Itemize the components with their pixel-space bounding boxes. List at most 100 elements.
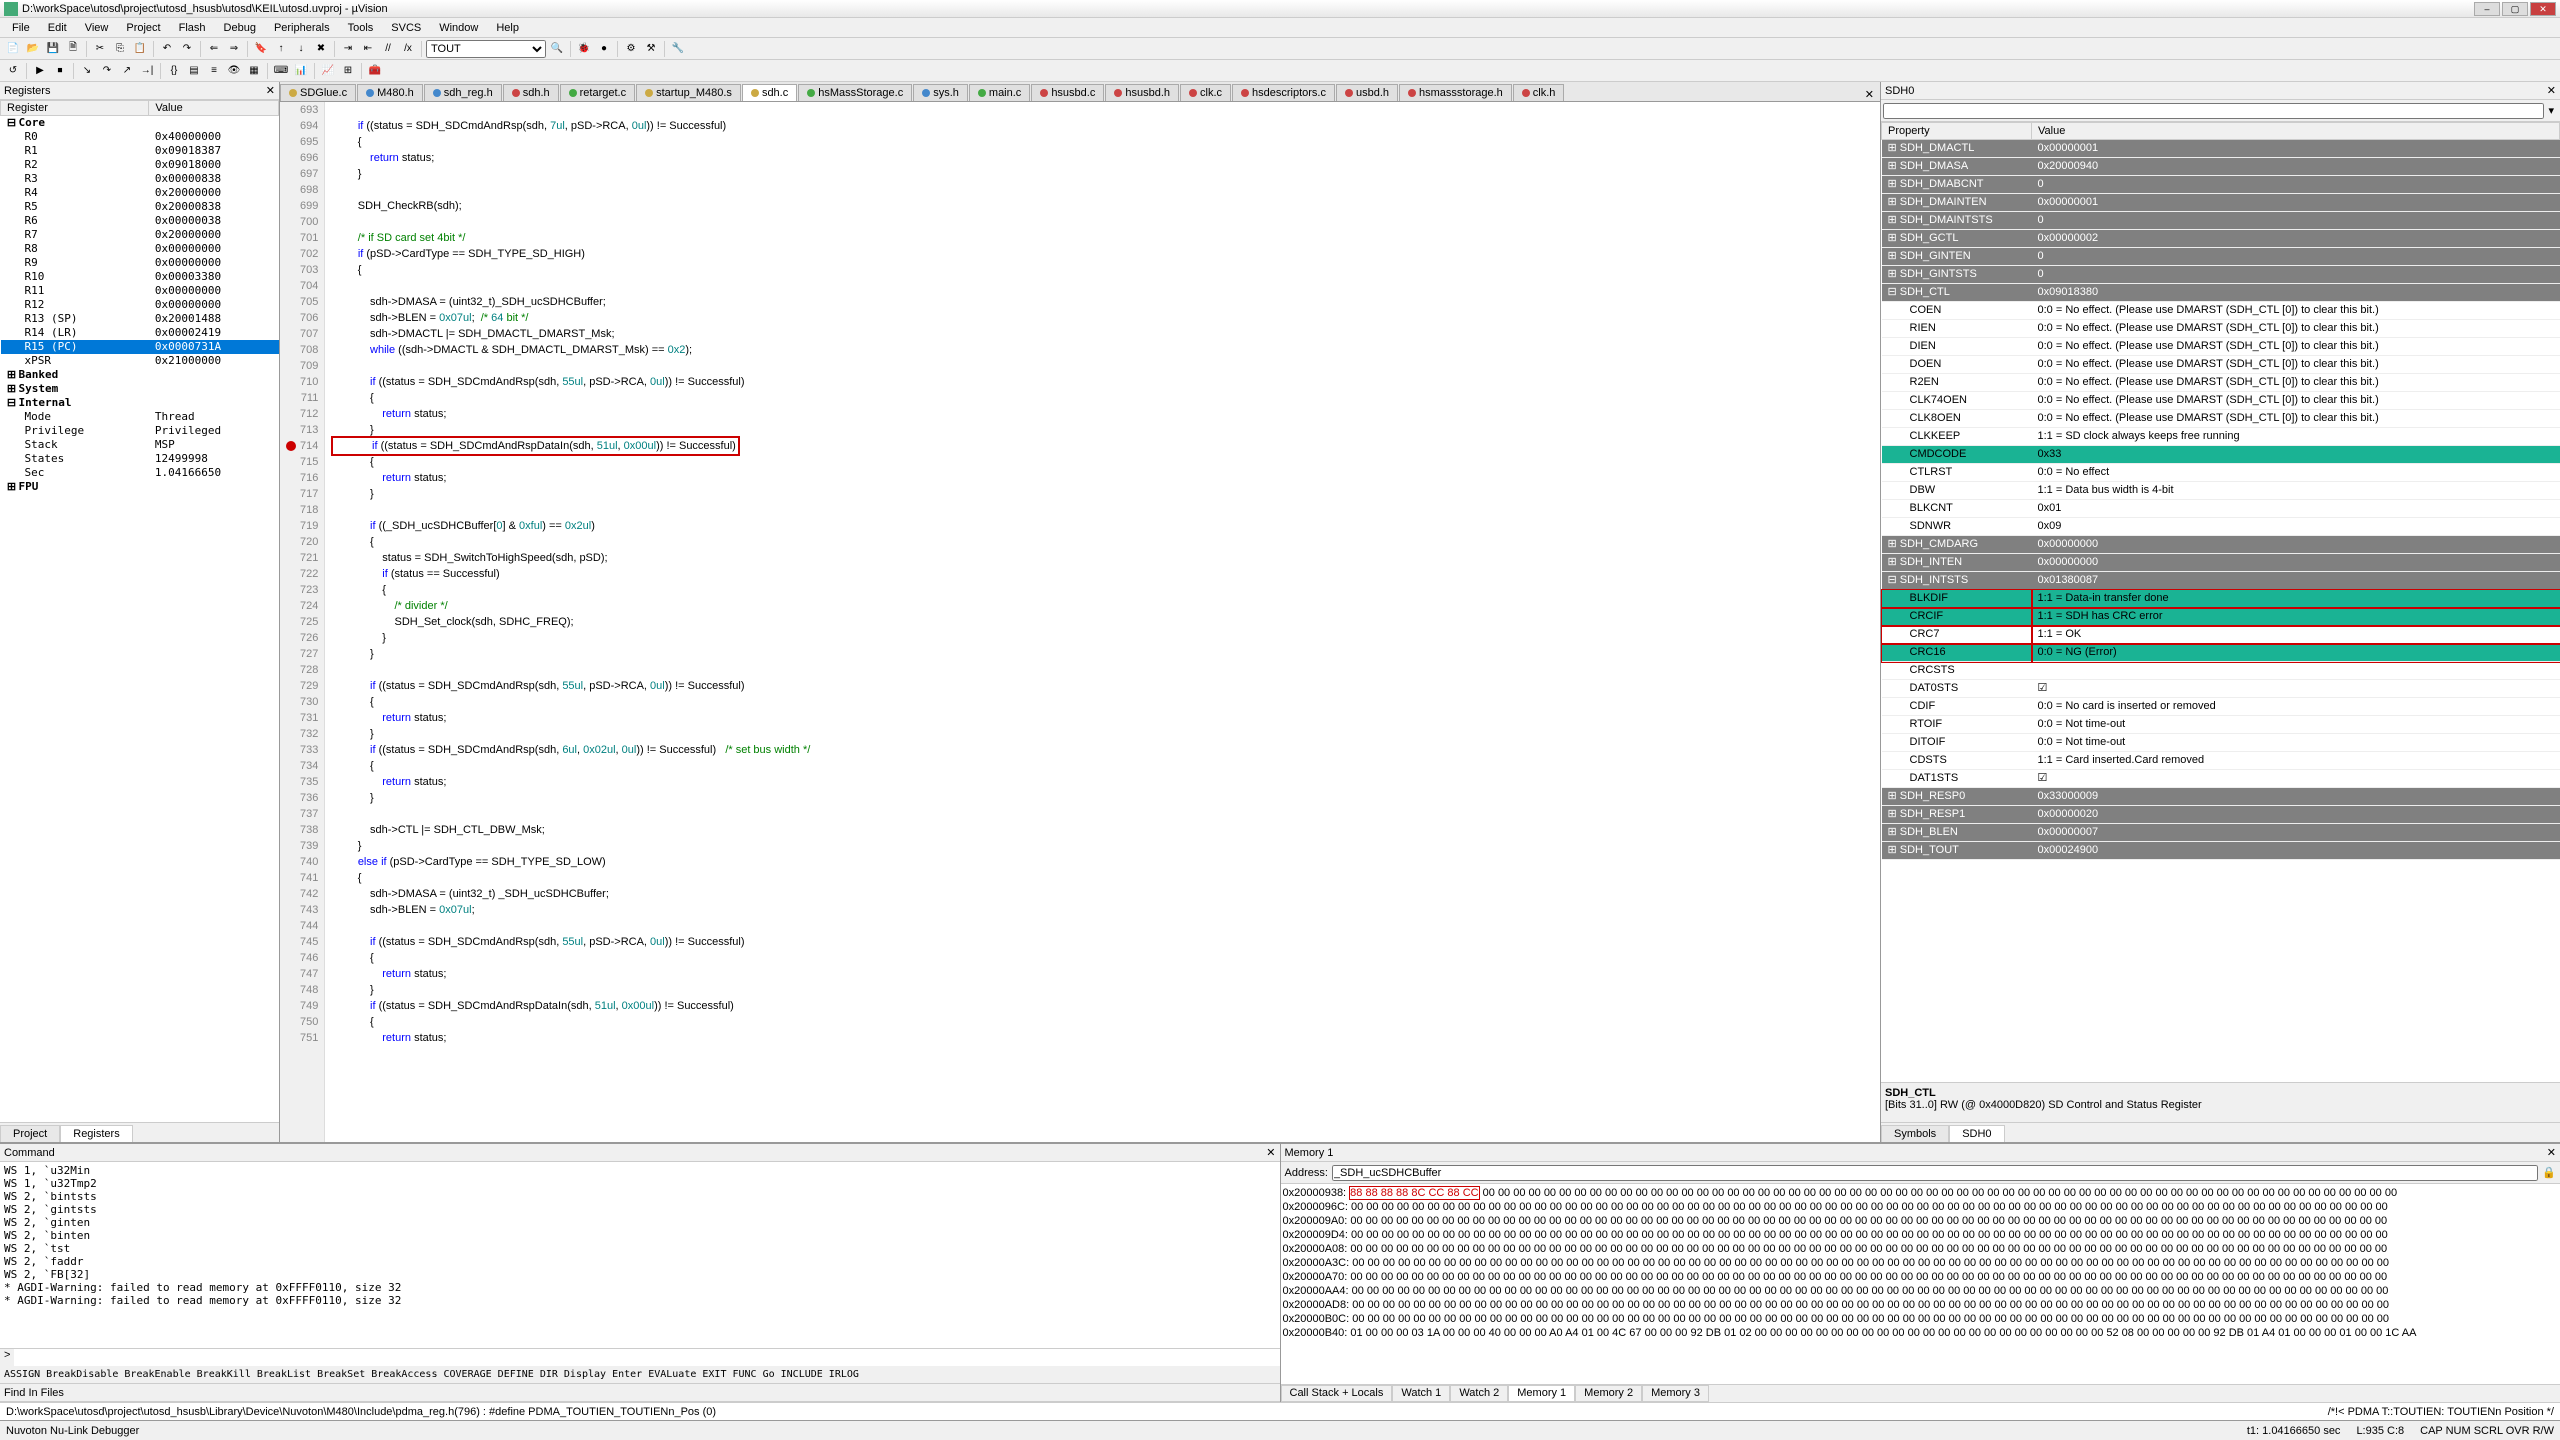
find-icon[interactable]: 🔍 <box>548 40 566 58</box>
prop-row[interactable]: ⊞ SDH_RESP10x00000020 <box>1882 806 2560 824</box>
toolbox-icon[interactable]: 🧰 <box>366 62 384 80</box>
menu-view[interactable]: View <box>77 20 117 36</box>
find-combo[interactable]: TOUT <box>426 40 546 58</box>
file-tab[interactable]: clk.c <box>1180 84 1231 101</box>
reg-group-fpu[interactable]: ⊞FPU <box>1 480 279 494</box>
debug-icon[interactable]: 🐞 <box>575 40 593 58</box>
saveall-icon[interactable]: 🗎 <box>64 40 82 58</box>
reg-row[interactable]: States12499998 <box>1 452 279 466</box>
open-icon[interactable]: 📂 <box>24 40 42 58</box>
reg-group-core[interactable]: ⊟Core <box>1 116 279 131</box>
prop-row[interactable]: DITOIF0:0 = Not time-out <box>1882 734 2560 752</box>
prop-row[interactable]: ⊞ SDH_DMASA0x20000940 <box>1882 158 2560 176</box>
mem-tab[interactable]: Call Stack + Locals <box>1281 1385 1393 1402</box>
mem-tab[interactable]: Memory 1 <box>1508 1385 1575 1402</box>
memory-close-icon[interactable]: ✕ <box>2547 1146 2556 1159</box>
reset-icon[interactable]: ↺ <box>4 62 22 80</box>
file-tab[interactable]: usbd.h <box>1336 84 1398 101</box>
reg-row[interactable]: R120x00000000 <box>1 298 279 312</box>
find-in-files-tab[interactable]: Find In Files <box>0 1384 1280 1402</box>
prop-row[interactable]: DIEN0:0 = No effect. (Please use DMARST … <box>1882 338 2560 356</box>
prop-row[interactable]: RIEN0:0 = No effect. (Please use DMARST … <box>1882 320 2560 338</box>
file-tab-close-icon[interactable]: ✕ <box>1859 88 1880 101</box>
reg-row[interactable]: R50x20000838 <box>1 200 279 214</box>
copy-icon[interactable]: ⎘ <box>111 40 129 58</box>
show-disasm-icon[interactable]: {} <box>165 62 183 80</box>
prop-row[interactable]: ⊞ SDH_DMABCNT0 <box>1882 176 2560 194</box>
cut-icon[interactable]: ✂ <box>91 40 109 58</box>
code-editor[interactable]: 6936946956966976986997007017027037047057… <box>280 102 1880 1142</box>
tab-project[interactable]: Project <box>0 1125 60 1142</box>
stop-icon[interactable]: ⏹ <box>51 62 69 80</box>
watch-icon[interactable]: 👁 <box>225 62 243 80</box>
sdh-filter-input[interactable] <box>1883 103 2544 119</box>
file-tab[interactable]: hsdescriptors.c <box>1232 84 1335 101</box>
prop-row[interactable]: BLKCNT0x01 <box>1882 500 2560 518</box>
menu-help[interactable]: Help <box>488 20 527 36</box>
sdh-property-table[interactable]: Property Value ⊞ SDH_DMACTL0x00000001⊞ S… <box>1881 122 2560 1082</box>
prop-row[interactable]: CMDCODE0x33 <box>1882 446 2560 464</box>
sdh-filter-dropdown-icon[interactable]: ▾ <box>2544 104 2558 117</box>
mem-tab[interactable]: Memory 2 <box>1575 1385 1642 1402</box>
mem-tab[interactable]: Watch 2 <box>1450 1385 1508 1402</box>
call-stack-icon[interactable]: ≡ <box>205 62 223 80</box>
memory-lock-icon[interactable]: 🔒 <box>2542 1166 2556 1179</box>
reg-row[interactable]: StackMSP <box>1 438 279 452</box>
trace-icon[interactable]: 📈 <box>319 62 337 80</box>
file-tab[interactable]: clk.h <box>1513 84 1565 101</box>
outdent-icon[interactable]: ⇤ <box>359 40 377 58</box>
prop-row[interactable]: ⊞ SDH_INTEN0x00000000 <box>1882 554 2560 572</box>
reg-group-internal[interactable]: ⊟Internal <box>1 396 279 410</box>
prop-row[interactable]: CDIF0:0 = No card is inserted or removed <box>1882 698 2560 716</box>
reg-row[interactable]: R70x20000000 <box>1 228 279 242</box>
file-tab[interactable]: hsusbd.c <box>1031 84 1104 101</box>
prop-row[interactable]: CDSTS1:1 = Card inserted.Card removed <box>1882 752 2560 770</box>
command-input[interactable] <box>14 1349 1279 1366</box>
prop-col-value[interactable]: Value <box>2032 123 2560 140</box>
undo-icon[interactable]: ↶ <box>158 40 176 58</box>
redo-icon[interactable]: ↷ <box>178 40 196 58</box>
prop-col-property[interactable]: Property <box>1882 123 2032 140</box>
prop-row[interactable]: ⊞ SDH_GINTSTS0 <box>1882 266 2560 284</box>
reg-row[interactable]: R15 (PC)0x0000731A <box>1 340 279 354</box>
menu-project[interactable]: Project <box>118 20 168 36</box>
comment-icon[interactable]: // <box>379 40 397 58</box>
menu-svcs[interactable]: SVCS <box>383 20 429 36</box>
bookmark-next-icon[interactable]: ↓ <box>292 40 310 58</box>
memory-address-input[interactable] <box>1332 1165 2538 1181</box>
menu-tools[interactable]: Tools <box>340 20 382 36</box>
reg-col-register[interactable]: Register <box>1 101 149 116</box>
step-over-icon[interactable]: ↷ <box>98 62 116 80</box>
file-tab[interactable]: startup_M480.s <box>636 84 741 101</box>
mem-tab[interactable]: Memory 3 <box>1642 1385 1709 1402</box>
reg-row[interactable]: R110x00000000 <box>1 284 279 298</box>
memory-icon[interactable]: ▦ <box>245 62 263 80</box>
prop-row[interactable]: BLKDIF1:1 = Data-in transfer done <box>1882 590 2560 608</box>
reg-row[interactable]: R13 (SP)0x20001488 <box>1 312 279 326</box>
rebuild-icon[interactable]: ⚒ <box>642 40 660 58</box>
mem-tab[interactable]: Watch 1 <box>1392 1385 1450 1402</box>
save-icon[interactable]: 💾 <box>44 40 62 58</box>
prop-row[interactable]: DAT1STS☑ <box>1882 770 2560 788</box>
prop-row[interactable]: ⊞ SDH_CMDARG0x00000000 <box>1882 536 2560 554</box>
file-tab[interactable]: hsusbd.h <box>1105 84 1179 101</box>
menu-flash[interactable]: Flash <box>171 20 214 36</box>
step-in-icon[interactable]: ↘ <box>78 62 96 80</box>
prop-row[interactable]: CRC160:0 = NG (Error) <box>1882 644 2560 662</box>
reg-row[interactable]: R14 (LR)0x00002419 <box>1 326 279 340</box>
prop-row[interactable]: ⊟ SDH_INTSTS0x01380087 <box>1882 572 2560 590</box>
prop-row[interactable]: DBW1:1 = Data bus width is 4-bit <box>1882 482 2560 500</box>
prop-row[interactable]: ⊟ SDH_CTL0x09018380 <box>1882 284 2560 302</box>
breakpoint-icon[interactable]: ● <box>595 40 613 58</box>
reg-row[interactable]: ModeThread <box>1 410 279 424</box>
prop-row[interactable]: CTLRST0:0 = No effect <box>1882 464 2560 482</box>
file-tab[interactable]: M480.h <box>357 84 423 101</box>
reg-row[interactable]: R30x00000838 <box>1 172 279 186</box>
menu-debug[interactable]: Debug <box>216 20 264 36</box>
prop-row[interactable]: ⊞ SDH_GCTL0x00000002 <box>1882 230 2560 248</box>
menu-file[interactable]: File <box>4 20 38 36</box>
sys-view-icon[interactable]: ⊞ <box>339 62 357 80</box>
file-tab[interactable]: main.c <box>969 84 1030 101</box>
regs-window-icon[interactable]: ▤ <box>185 62 203 80</box>
prop-row[interactable]: DAT0STS☑ <box>1882 680 2560 698</box>
